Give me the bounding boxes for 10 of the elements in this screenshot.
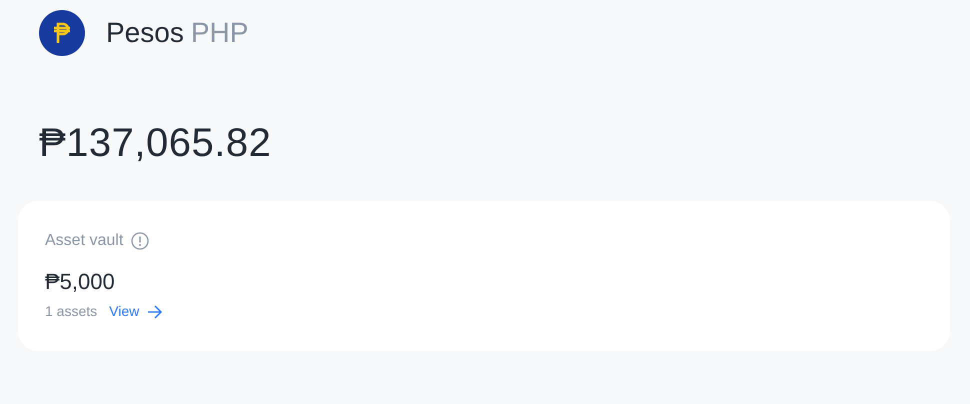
view-link[interactable]: View [109, 301, 164, 322]
arrow-right-icon [147, 304, 164, 318]
vault-amount: ₱5,000 [45, 271, 116, 293]
currency-code: PHP [190, 19, 248, 47]
info-icon[interactable] [131, 232, 150, 250]
card-title: Asset vault [45, 231, 124, 251]
balance-amount: ₱137,065.82 [39, 123, 272, 163]
currency-name: Pesos [106, 19, 184, 47]
asset-count: 1 assets [45, 302, 98, 321]
peso-logo-icon [39, 10, 85, 56]
